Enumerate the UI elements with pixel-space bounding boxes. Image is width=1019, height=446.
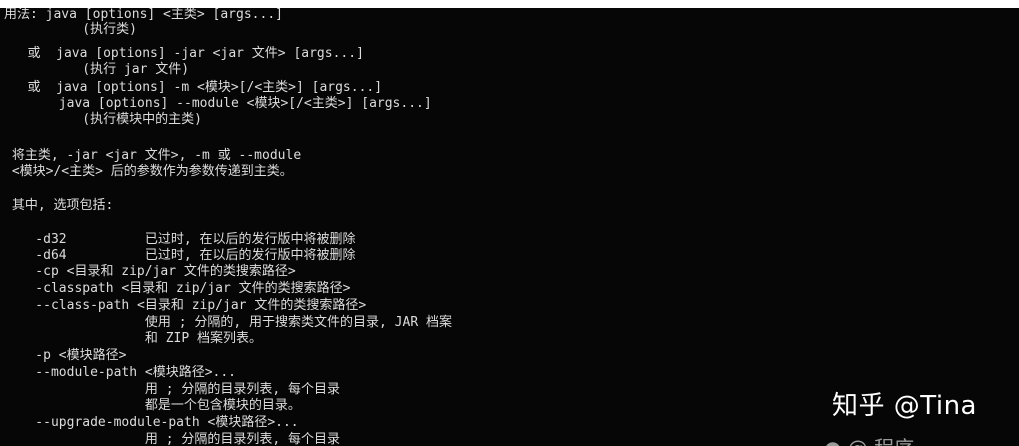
terminal-line: 其中, 选项包括: <box>4 198 114 213</box>
watermark-secondary: ● @ 程序 <box>824 432 974 446</box>
terminal-line: --upgrade-module-path <模块路径>... <box>4 415 299 430</box>
terminal-line: (执行模块中的主类) <box>4 112 202 127</box>
terminal-line: -d64 已过时, 在以后的发行版中将被删除 <box>4 248 356 263</box>
terminal-line: (执行 jar 文件) <box>4 62 190 77</box>
terminal-line: --module-path <模块路径>... <box>4 365 237 380</box>
terminal-line: 和 ZIP 档案列表。 <box>4 331 263 346</box>
terminal-line: --class-path <目录和 zip/jar 文件的类搜索路径> <box>4 298 367 313</box>
terminal-window[interactable]: 用法: java [options] <主类> [args...] (执行类) … <box>0 8 1019 446</box>
terminal-line: -classpath <目录和 zip/jar 文件的类搜索路径> <box>4 281 351 296</box>
terminal-line: 或 java [options] -m <模块>[/<主类>] [args...… <box>4 80 383 95</box>
terminal-line: -cp <目录和 zip/jar 文件的类搜索路径> <box>4 264 296 279</box>
terminal-line: java [options] --module <模块>[/<主类>] [arg… <box>4 96 432 111</box>
terminal-line: 或 java [options] -jar <jar 文件> [args...] <box>4 46 364 61</box>
terminal-line: 都是一个包含模块的目录。 <box>4 398 301 413</box>
terminal-line: -d32 已过时, 在以后的发行版中将被删除 <box>4 232 356 247</box>
terminal-line: 使用 ; 分隔的, 用于搜索类文件的目录, JAR 档案 <box>4 315 452 330</box>
terminal-line: -p <模块路径> <box>4 348 127 363</box>
zhihu-watermark: 知乎 @Tina <box>832 391 977 421</box>
terminal-line: 用 ; 分隔的目录列表, 每个目录 <box>4 382 341 397</box>
terminal-line: 将主类, -jar <jar 文件>, -m 或 --module <box>4 148 302 163</box>
terminal-line: (执行类) <box>4 22 137 37</box>
terminal-line: 用 ; 分隔的目录列表, 每个目录 <box>4 432 341 446</box>
terminal-line: <模块>/<主类> 后的参数作为参数传递到主类。 <box>4 164 293 179</box>
terminal-line: 用法: java [options] <主类> [args...] <box>4 8 283 22</box>
